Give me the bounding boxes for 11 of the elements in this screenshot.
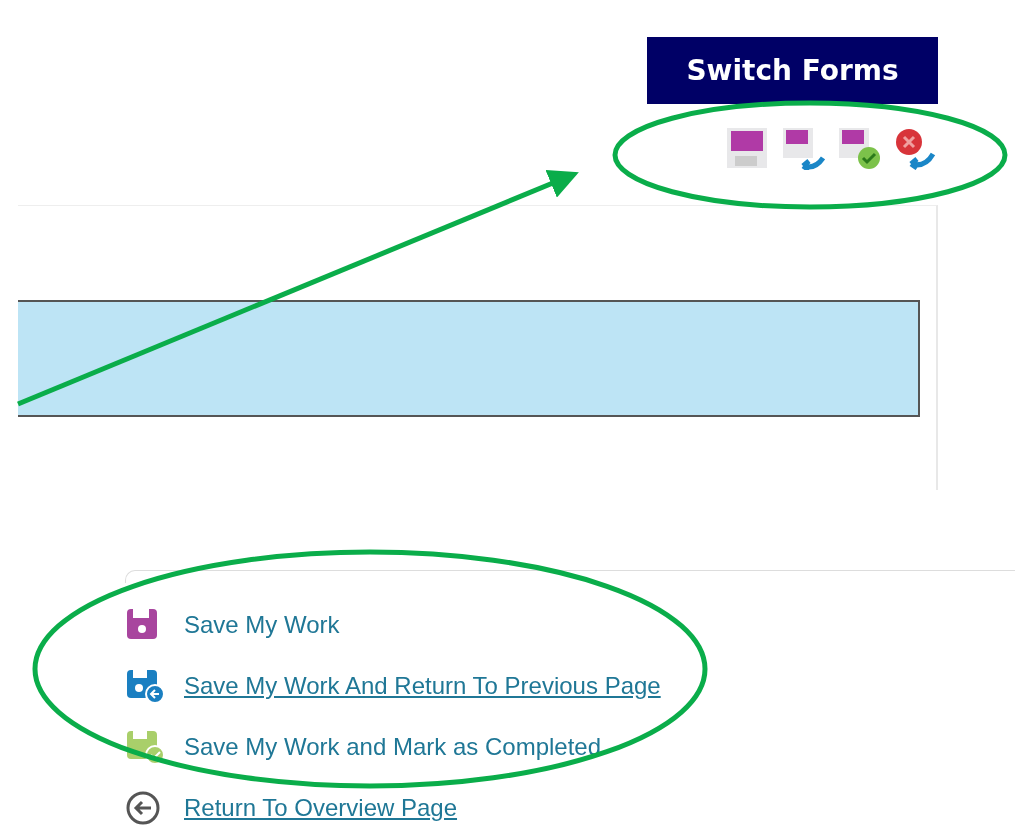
cancel-return-icon[interactable]	[893, 126, 937, 170]
link[interactable]: Save My Work and Mark as Completed	[184, 732, 602, 761]
switch-forms-button[interactable]: Switch Forms	[647, 37, 938, 104]
save-return-icon[interactable]	[125, 667, 165, 704]
link[interactable]: Save My Work And Return To Previous Page	[184, 671, 661, 700]
link[interactable]: Return To Overview Page	[184, 793, 458, 822]
save-check-icon[interactable]	[837, 126, 881, 170]
save-icon[interactable]	[725, 126, 769, 170]
link[interactable]: Save My Work	[184, 610, 340, 639]
save-check-icon[interactable]	[125, 728, 165, 765]
save-return-icon[interactable]	[781, 126, 825, 170]
